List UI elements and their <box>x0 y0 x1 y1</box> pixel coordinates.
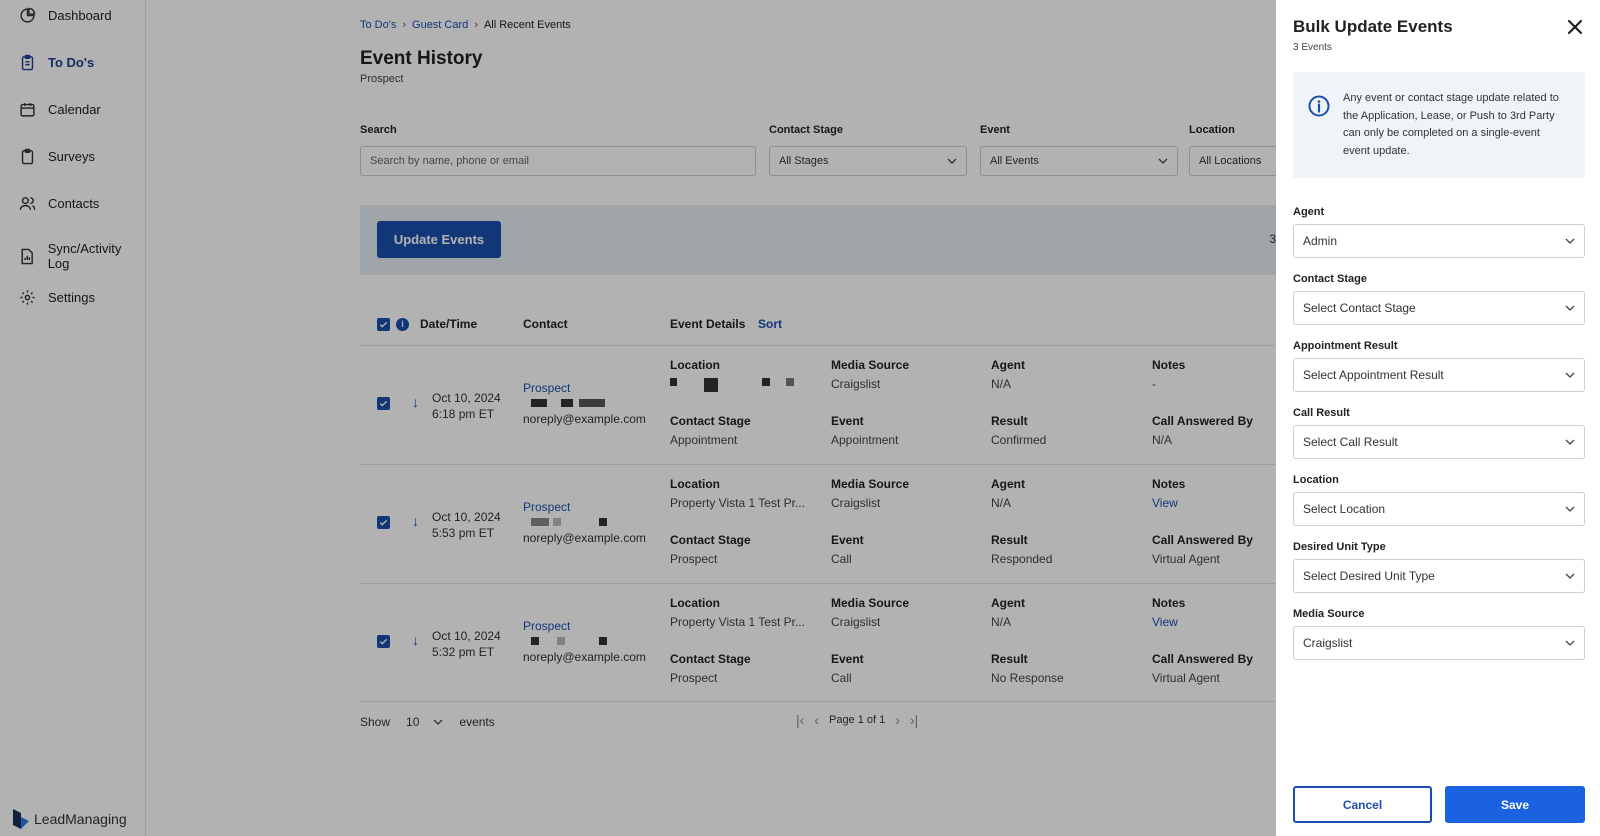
contact-stage-label: Contact Stage <box>1293 273 1367 285</box>
chevron-down-icon <box>1565 305 1575 311</box>
info-notice: Any event or contact stage update relate… <box>1293 72 1585 178</box>
call-result-select[interactable]: Select Call Result <box>1293 425 1585 459</box>
media-source-select-value: Craigslist <box>1303 636 1353 650</box>
call-result-select-value: Select Call Result <box>1303 435 1398 449</box>
contact-stage-select-value: Select Contact Stage <box>1303 301 1416 315</box>
media-source-label: Media Source <box>1293 608 1365 620</box>
agent-label: Agent <box>1293 206 1325 218</box>
agent-select[interactable]: Admin <box>1293 224 1585 258</box>
chevron-down-icon <box>1565 372 1575 378</box>
notice-text: Any event or contact stage update relate… <box>1343 92 1559 157</box>
bulk-update-panel: Bulk Update Events 3 Events Any event or… <box>1276 0 1600 836</box>
desired-unit-type-label: Desired Unit Type <box>1293 541 1386 553</box>
location-select-value: Select Location <box>1303 502 1386 516</box>
chevron-down-icon <box>1565 640 1575 646</box>
appointment-result-label: Appointment Result <box>1293 340 1398 352</box>
location-select[interactable]: Select Location <box>1293 492 1585 526</box>
appointment-result-select-value: Select Appointment Result <box>1303 368 1444 382</box>
agent-select-value: Admin <box>1303 234 1338 248</box>
media-source-select[interactable]: Craigslist <box>1293 626 1585 660</box>
chevron-down-icon <box>1565 573 1575 579</box>
panel-subtitle: 3 Events <box>1293 42 1332 53</box>
info-circle-icon <box>1308 95 1330 117</box>
location-label: Location <box>1293 474 1339 486</box>
contact-stage-select[interactable]: Select Contact Stage <box>1293 291 1585 325</box>
chevron-down-icon <box>1565 238 1575 244</box>
desired-unit-type-select-value: Select Desired Unit Type <box>1303 569 1435 583</box>
call-result-label: Call Result <box>1293 407 1350 419</box>
close-icon[interactable] <box>1566 18 1584 36</box>
chevron-down-icon <box>1565 506 1575 512</box>
save-button[interactable]: Save <box>1445 786 1585 823</box>
modal-backdrop[interactable] <box>0 0 1276 836</box>
desired-unit-type-select[interactable]: Select Desired Unit Type <box>1293 559 1585 593</box>
panel-title: Bulk Update Events <box>1293 17 1453 36</box>
cancel-button[interactable]: Cancel <box>1293 786 1432 823</box>
chevron-down-icon <box>1565 439 1575 445</box>
appointment-result-select[interactable]: Select Appointment Result <box>1293 358 1585 392</box>
